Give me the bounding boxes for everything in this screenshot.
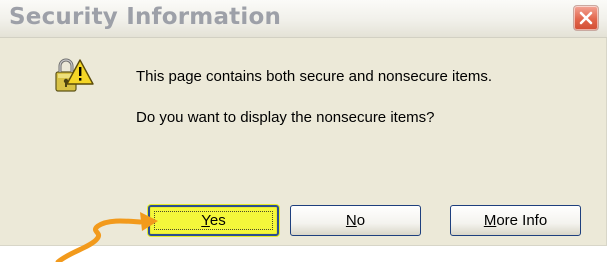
security-warning-icon xyxy=(55,58,94,92)
more-info-label-rest: ore Info xyxy=(496,212,548,229)
no-label-rest: o xyxy=(356,212,366,229)
more-info-mnemonic: M xyxy=(483,212,497,229)
message-line-1: This page contains both secure and nonse… xyxy=(136,68,493,85)
no-button[interactable]: No xyxy=(290,205,421,236)
close-icon xyxy=(579,11,593,25)
no-mnemonic: N xyxy=(345,212,357,229)
message-line-2: Do you want to display the nonsecure ite… xyxy=(136,109,435,126)
close-button[interactable] xyxy=(573,5,599,31)
window-title: Security Information xyxy=(9,4,282,30)
yes-label-rest: es xyxy=(209,212,226,229)
title-bar: Security Information xyxy=(0,0,607,38)
yes-button[interactable]: Yes xyxy=(148,205,279,236)
yes-mnemonic: Y xyxy=(201,212,210,229)
page: Security Information This page contains … xyxy=(0,0,607,262)
security-dialog: Security Information This page contains … xyxy=(0,0,607,246)
more-info-button[interactable]: More Info xyxy=(450,205,581,236)
